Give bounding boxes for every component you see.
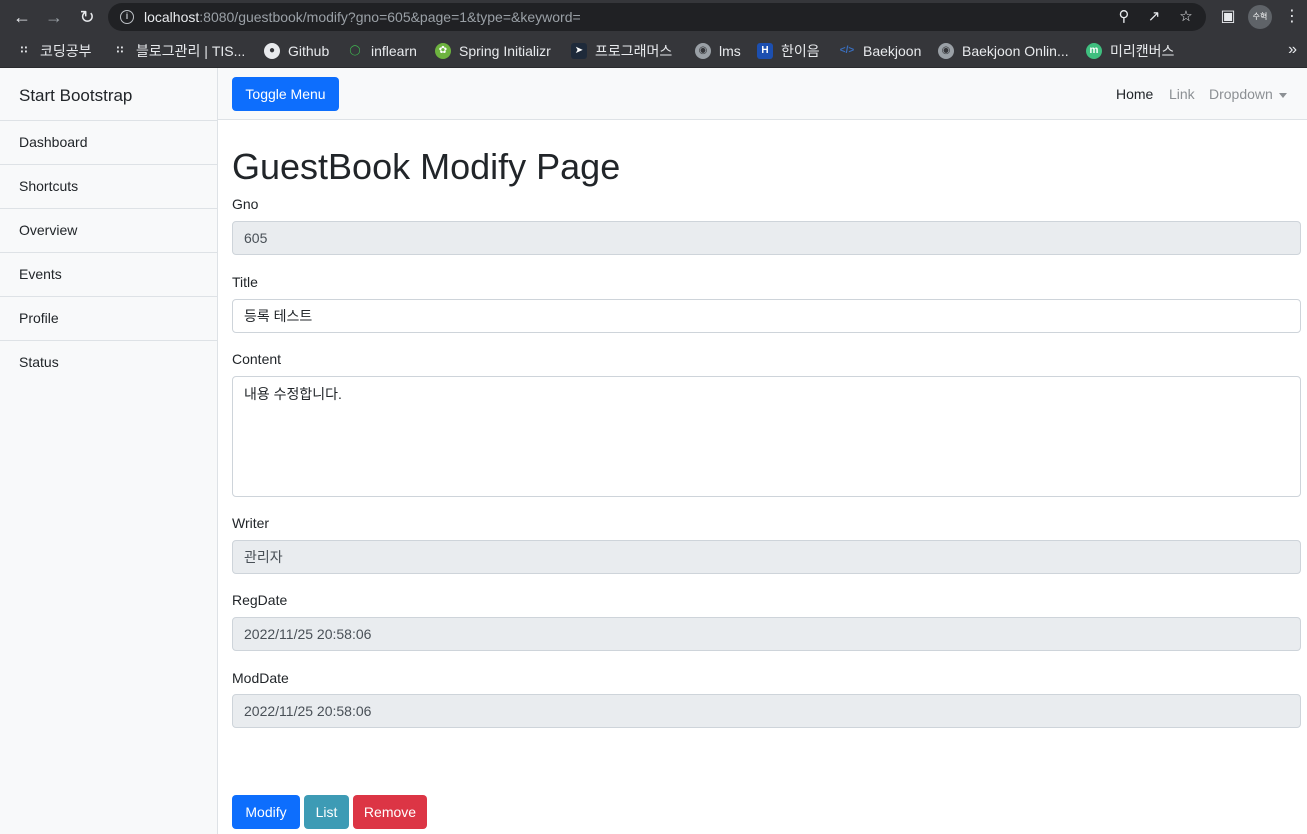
bookmark-item[interactable]: </> Baekjoon bbox=[839, 41, 922, 61]
sidebar-item-events[interactable]: Events bbox=[0, 252, 217, 296]
sidebar-item-overview[interactable]: Overview bbox=[0, 208, 217, 252]
url-text[interactable]: localhost:8080/guestbook/modify?gno=605&… bbox=[144, 9, 581, 25]
title-label: Title bbox=[232, 274, 258, 290]
page-title: GuestBook Modify Page bbox=[232, 146, 621, 187]
bookmark-item[interactable]: ∷ 블로그관리 | TIS... bbox=[112, 41, 246, 61]
sidebar-item-dashboard[interactable]: Dashboard bbox=[0, 120, 217, 164]
title-field[interactable]: 등록 테스트 bbox=[232, 299, 1301, 333]
bookmark-item[interactable]: ∷ 코딩공부 bbox=[16, 41, 92, 61]
modify-button[interactable]: Modify bbox=[232, 795, 300, 829]
code-icon: </> bbox=[839, 45, 855, 56]
bookmarks-bar: ∷ 코딩공부 ∷ 블로그관리 | TIS... ● Github ◯ inflearn … bbox=[0, 34, 1307, 68]
forward-icon[interactable]: → bbox=[42, 5, 66, 29]
address-bar[interactable]: i localhost:8080/guestbook/modify?gno=60… bbox=[108, 3, 1206, 31]
moddate-label: ModDate bbox=[232, 670, 289, 686]
bookmark-item[interactable]: ● Github bbox=[264, 41, 329, 61]
bookmark-item[interactable]: H 한이음 bbox=[757, 41, 820, 61]
list-button[interactable]: List bbox=[304, 795, 349, 829]
bookmark-item[interactable]: ◉ lms bbox=[695, 41, 741, 61]
nav-link-link[interactable]: Link bbox=[1169, 86, 1195, 102]
profile-avatar[interactable]: 수혁 bbox=[1248, 5, 1272, 29]
sidebar-item-shortcuts[interactable]: Shortcuts bbox=[0, 164, 217, 208]
reload-icon[interactable]: ↻ bbox=[75, 5, 99, 29]
nav-link-home[interactable]: Home bbox=[1116, 86, 1153, 102]
spring-icon: ✿ bbox=[435, 43, 451, 59]
zoom-icon[interactable]: ⚲ bbox=[1114, 7, 1134, 27]
remove-button[interactable]: Remove bbox=[353, 795, 427, 829]
bookmark-item[interactable]: ◯ inflearn bbox=[347, 41, 417, 61]
globe-icon: ◉ bbox=[695, 43, 711, 59]
site-info-icon[interactable]: i bbox=[120, 10, 134, 24]
bookmark-item[interactable]: m 미리캔버스 bbox=[1086, 41, 1174, 61]
bookmark-item[interactable]: ◉ Baekjoon Onlin... bbox=[938, 41, 1069, 61]
inflearn-icon: ◯ bbox=[349, 45, 361, 56]
globe-icon: ◉ bbox=[938, 43, 954, 59]
tistory-icon: ∷ bbox=[116, 45, 124, 56]
programmers-icon: ➤ bbox=[571, 43, 587, 59]
browser-toolbar: ← → ↻ i localhost:8080/guestbook/modify?… bbox=[0, 0, 1307, 34]
top-navbar: Toggle Menu Home Link Dropdown bbox=[218, 68, 1307, 120]
github-icon: ● bbox=[264, 43, 280, 59]
gno-field[interactable]: 605 bbox=[232, 221, 1301, 255]
moddate-field[interactable]: 2022/11/25 20:58:06 bbox=[232, 694, 1301, 728]
sidebar: Start Bootstrap Dashboard Shortcuts Over… bbox=[0, 68, 218, 834]
sidebar-heading: Start Bootstrap bbox=[19, 86, 133, 105]
share-icon[interactable]: ↗ bbox=[1144, 7, 1164, 27]
writer-field[interactable]: 관리자 bbox=[232, 540, 1301, 574]
writer-label: Writer bbox=[232, 515, 270, 531]
sidebar-item-profile[interactable]: Profile bbox=[0, 296, 217, 340]
menu-kebab-icon[interactable]: ⋮ bbox=[1280, 5, 1304, 29]
regdate-label: RegDate bbox=[232, 592, 288, 608]
sidebar-item-status[interactable]: Status bbox=[0, 340, 217, 384]
bookmarks-overflow-icon[interactable]: » bbox=[1288, 41, 1297, 59]
nav-dropdown[interactable]: Dropdown bbox=[1209, 86, 1287, 102]
regdate-field[interactable]: 2022/11/25 20:58:06 bbox=[232, 617, 1301, 651]
nav-dropdown-label: Dropdown bbox=[1209, 86, 1273, 102]
caret-down-icon bbox=[1278, 92, 1287, 98]
page-viewport: Start Bootstrap Dashboard Shortcuts Over… bbox=[0, 68, 1307, 834]
bookmark-star-icon[interactable]: ☆ bbox=[1176, 7, 1196, 27]
content-textarea[interactable]: 내용 수정합니다. bbox=[232, 376, 1301, 497]
back-icon[interactable]: ← bbox=[10, 5, 34, 29]
content-label: Content bbox=[232, 351, 282, 367]
side-panel-icon[interactable]: ▣ bbox=[1216, 5, 1240, 29]
gno-label: Gno bbox=[232, 196, 259, 212]
hanium-icon: H bbox=[757, 43, 773, 59]
bookmark-item[interactable]: ✿ Spring Initializr bbox=[435, 41, 551, 61]
miricanvas-icon: m bbox=[1086, 43, 1102, 59]
tistory-icon: ∷ bbox=[20, 45, 28, 56]
bookmark-item[interactable]: ➤ 프로그래머스 bbox=[571, 41, 672, 61]
toggle-menu-button[interactable]: Toggle Menu bbox=[232, 77, 339, 111]
